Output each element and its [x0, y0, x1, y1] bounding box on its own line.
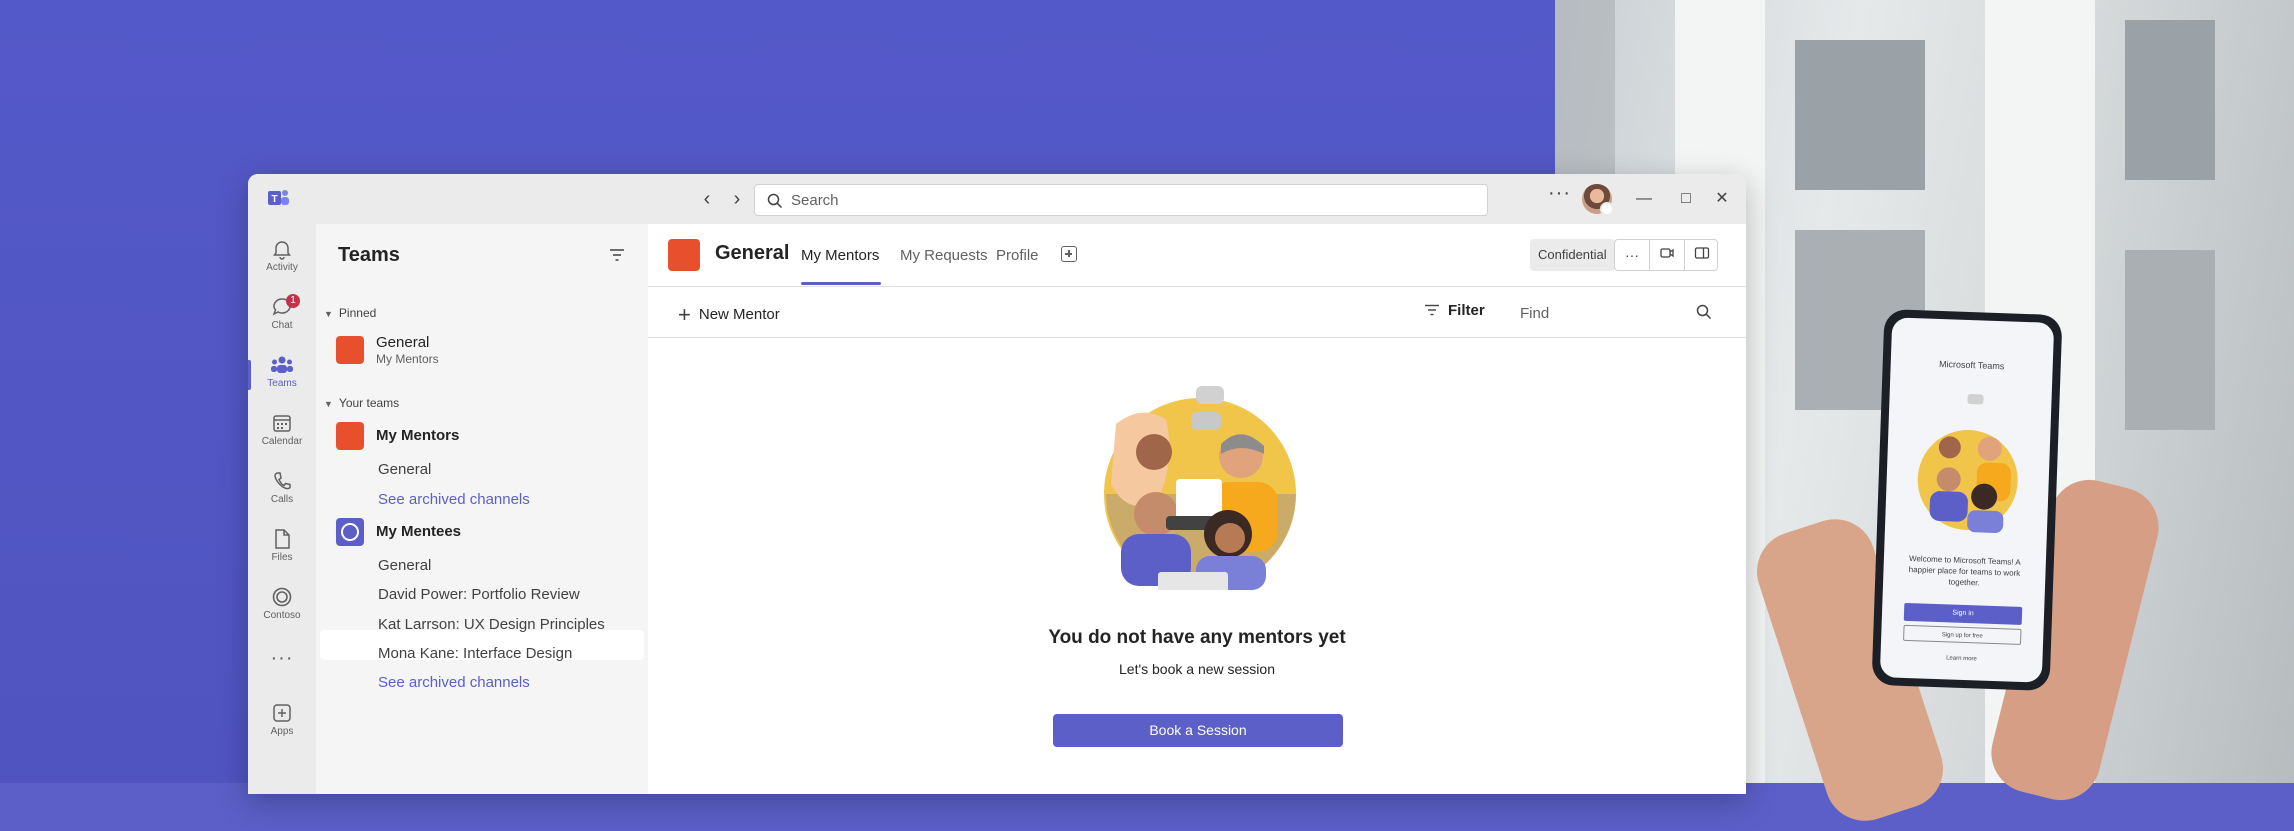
- collapse-icon: ▼: [324, 399, 333, 409]
- search-input[interactable]: Search: [754, 184, 1488, 216]
- teams-window: T ‹ › Search ··· — □ ✕ Activity 1 Chat T…: [248, 174, 1746, 794]
- rail-item-files[interactable]: Files: [248, 522, 316, 580]
- rail-label: Files: [271, 552, 293, 563]
- plus-icon: +: [678, 302, 691, 327]
- rail-label: Calls: [270, 494, 294, 505]
- channel-header: General My Mentors My Requests Profile C…: [648, 224, 1746, 287]
- phone-welcome-text: Welcome to Microsoft Teams! A happier pl…: [1908, 554, 2021, 588]
- more-icon: ···: [270, 647, 294, 669]
- header-actions: ···: [1614, 239, 1718, 271]
- rail-item-activity[interactable]: Activity: [248, 232, 316, 290]
- phone-app-title: Microsoft Teams: [1938, 358, 2005, 372]
- team-name-my-mentors[interactable]: My Mentors: [376, 427, 459, 444]
- channel-general-mentees[interactable]: General: [378, 557, 431, 574]
- phone-sign-up-button[interactable]: Sign up for free: [1903, 624, 2022, 645]
- rail-item-calendar[interactable]: Calendar: [248, 406, 316, 464]
- rail-item-more[interactable]: ···: [248, 642, 316, 700]
- maximize-button[interactable]: □: [1674, 187, 1698, 211]
- tab-my-requests[interactable]: My Requests: [900, 247, 988, 264]
- minimize-button[interactable]: —: [1632, 187, 1656, 211]
- pinned-header[interactable]: ▼ Pinned: [324, 306, 376, 320]
- forward-button[interactable]: ›: [724, 186, 750, 212]
- filter-icon: [1425, 304, 1439, 316]
- empty-state-title: You do not have any mentors yet: [1048, 627, 1346, 648]
- more-options-icon[interactable]: ···: [1615, 240, 1649, 270]
- rail-item-teams[interactable]: Teams: [248, 348, 316, 406]
- avatar[interactable]: [1582, 184, 1614, 216]
- toolbar: + New Mentor Filter: [648, 287, 1746, 338]
- search-icon: [767, 193, 783, 209]
- back-button[interactable]: ‹: [694, 186, 720, 212]
- pinned-channel-team: My Mentors: [376, 352, 439, 366]
- rail-item-chat[interactable]: 1 Chat: [248, 290, 316, 348]
- new-mentor-button[interactable]: + New Mentor: [678, 302, 780, 328]
- close-button[interactable]: ✕: [1710, 187, 1734, 211]
- rail-label: Teams: [267, 378, 297, 389]
- channel-david-power[interactable]: David Power: Portfolio Review: [378, 586, 580, 603]
- rail-item-contoso[interactable]: Contoso: [248, 580, 316, 638]
- book-session-button[interactable]: Book a Session: [1053, 714, 1343, 747]
- filter-button[interactable]: Filter: [1424, 302, 1485, 319]
- rail-label: Activity: [266, 262, 298, 273]
- main-content: General My Mentors My Requests Profile C…: [648, 224, 1746, 794]
- see-archived-channels-link[interactable]: See archived channels: [378, 674, 530, 691]
- rail-item-apps[interactable]: Apps: [248, 696, 316, 754]
- title-bar: T ‹ › Search ··· — □ ✕: [248, 174, 1746, 224]
- channel-title: General: [715, 242, 790, 264]
- channel-mona-kane[interactable]: Mona Kane: Interface Design: [378, 645, 572, 662]
- smartphone: Microsoft Teams Welcome to Microsoft Tea…: [1871, 309, 2063, 691]
- calendar-icon: [273, 415, 291, 432]
- your-teams-header[interactable]: ▼ Your teams: [324, 396, 399, 410]
- chat-badge: 1: [286, 294, 300, 308]
- meet-icon[interactable]: [1650, 240, 1684, 270]
- channel-icon: [336, 336, 364, 364]
- bell-icon: [273, 241, 291, 260]
- teams-logo-icon: T: [268, 190, 289, 205]
- team-icon-my-mentees: [336, 518, 364, 546]
- search-icon[interactable]: [1696, 304, 1712, 320]
- channel-general-mentors[interactable]: General: [378, 461, 431, 478]
- team-name-my-mentees[interactable]: My Mentees: [376, 523, 461, 540]
- mentors-illustration: [1104, 386, 1296, 590]
- team-icon-my-mentors: [336, 422, 364, 450]
- phone-icon: [274, 472, 291, 490]
- rail-label: Contoso: [263, 610, 301, 621]
- search-placeholder: Search: [791, 192, 839, 209]
- add-tab-button[interactable]: [1061, 246, 1077, 262]
- tab-profile[interactable]: Profile: [996, 247, 1039, 264]
- rail-label: Calendar: [261, 436, 303, 447]
- phone-screen: Microsoft Teams Welcome to Microsoft Tea…: [1879, 317, 2055, 683]
- app-rail: Activity 1 Chat Teams Calendar Calls Fil…: [248, 224, 316, 794]
- apps-icon: [273, 704, 291, 722]
- more-options-button[interactable]: ···: [1548, 182, 1571, 205]
- presence-status: [1600, 202, 1614, 216]
- contoso-icon: [272, 587, 292, 607]
- sensitivity-label[interactable]: Confidential: [1530, 239, 1615, 271]
- side-panel-icon[interactable]: [1685, 240, 1719, 270]
- phone-learn-more-link[interactable]: Learn more: [1880, 653, 2042, 665]
- phone-illustration: [1917, 394, 2018, 533]
- svg-text:T: T: [271, 194, 277, 205]
- rail-label: Apps: [270, 726, 294, 737]
- active-tab-indicator: [801, 282, 881, 285]
- rail-label: Chat: [271, 320, 293, 331]
- tab-my-mentors[interactable]: My Mentors: [801, 247, 879, 264]
- channel-icon: [668, 239, 700, 271]
- phone-sign-in-button[interactable]: Sign in: [1903, 602, 2023, 625]
- empty-state-subtitle: Let's book a new session: [1119, 661, 1275, 677]
- filter-icon[interactable]: [608, 248, 626, 262]
- teams-panel: Teams ▼ Pinned General My Mentors ▼ Your t…: [316, 224, 648, 794]
- collapse-icon: ▼: [324, 309, 333, 319]
- channel-kat-larrson[interactable]: Kat Larrson: UX Design Principles: [378, 616, 605, 633]
- file-icon: [275, 529, 290, 549]
- rail-item-calls[interactable]: Calls: [248, 464, 316, 522]
- pinned-channel-name[interactable]: General: [376, 334, 429, 351]
- panel-title: Teams: [338, 244, 400, 266]
- see-archived-channels-link[interactable]: See archived channels: [378, 491, 530, 508]
- teams-icon: [271, 356, 293, 373]
